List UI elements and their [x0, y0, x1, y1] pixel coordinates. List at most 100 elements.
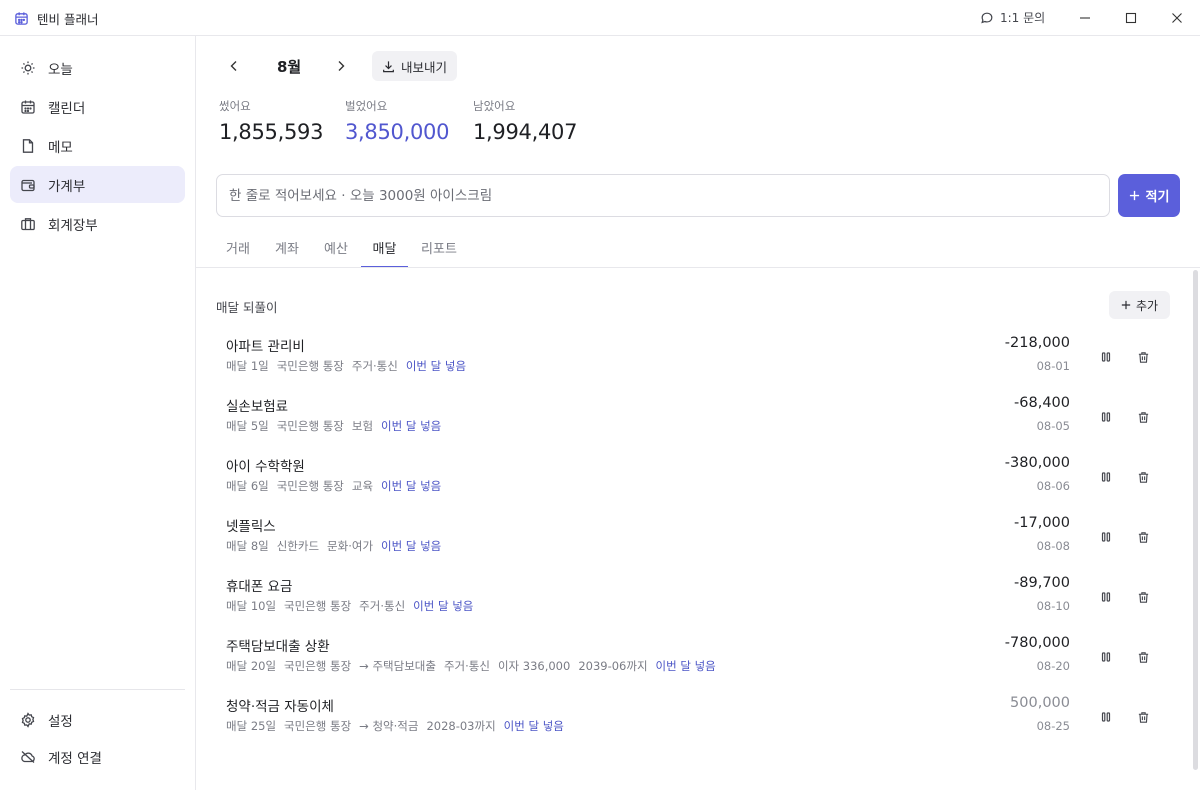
export-label: 내보내기: [400, 59, 447, 75]
scrollbar[interactable]: [1193, 270, 1198, 770]
sidebar-item-calendar[interactable]: 캘린더: [10, 88, 185, 125]
item-name: 주택담보대출 상환: [226, 639, 330, 655]
stat-left: 남았어요 1,994,407: [473, 98, 577, 144]
delete-button[interactable]: [1131, 405, 1155, 429]
item-status: 이번 달 넣음: [413, 599, 474, 613]
item-amount: -89,700: [1014, 575, 1070, 591]
write-label: 적기: [1145, 190, 1170, 205]
app-title: 텐비 플래너: [14, 9, 98, 28]
item-status: 이번 달 넣음: [503, 719, 564, 733]
tab-accounts[interactable]: 계좌: [265, 232, 309, 268]
delete-button[interactable]: [1131, 705, 1155, 729]
app-title-text: 텐비 플래너: [37, 12, 99, 27]
item-date: 08-20: [1036, 659, 1070, 673]
add-recurring-button[interactable]: 추가: [1109, 291, 1170, 319]
item-meta: 매달 5일 국민은행 통장 보험 이번 달 넣음: [226, 418, 441, 434]
delete-button[interactable]: [1131, 525, 1155, 549]
list-item[interactable]: 실손보험료 매달 5일 국민은행 통장 보험 이번 달 넣음 -68,400 08-05: [226, 395, 1170, 445]
add-label: 추가: [1135, 298, 1159, 313]
calendar-app-icon: [14, 11, 29, 26]
quick-entry-input[interactable]: [216, 174, 1110, 217]
pause-icon: [1100, 651, 1112, 663]
prev-month-button[interactable]: [224, 56, 244, 76]
section-title: 매달 되풀이: [216, 300, 278, 315]
sidebar-item-label: 오늘: [48, 61, 73, 78]
sidebar-item-budget[interactable]: 가계부: [10, 166, 185, 203]
contact-button[interactable]: 1:1 문의: [980, 9, 1045, 26]
sidebar-item-settings[interactable]: 설정: [10, 701, 185, 738]
list-item[interactable]: 넷플릭스 매달 8일 신한카드 문화·여가 이번 달 넣음 -17,000 08-08: [226, 515, 1170, 565]
sidebar-item-label: 캘린더: [48, 100, 86, 117]
tab-report[interactable]: 리포트: [416, 232, 462, 268]
next-month-button[interactable]: [331, 56, 351, 76]
item-category: 문화·여가: [327, 539, 374, 553]
maximize-button[interactable]: [1119, 6, 1143, 30]
stat-left-label: 남았어요: [473, 99, 516, 113]
pause-button[interactable]: [1094, 465, 1118, 489]
delete-button[interactable]: [1131, 645, 1155, 669]
pause-button[interactable]: [1094, 405, 1118, 429]
item-status: 이번 달 넣음: [655, 659, 716, 673]
sidebar: 오늘 캘린더 메모 가계부 회계장부 설정 계정 연결: [0, 36, 196, 790]
list-item[interactable]: 주택담보대출 상환 매달 20일 국민은행 통장 → 주택담보대출 주거·통신 이자 33…: [226, 635, 1170, 685]
stat-earned: 벌었어요 3,850,000: [345, 98, 449, 144]
list-item[interactable]: 휴대폰 요금 매달 10일 국민은행 통장 주거·통신 이번 달 넣음 -89,700 08…: [226, 575, 1170, 625]
pause-icon: [1100, 411, 1112, 423]
file-icon: [20, 138, 36, 154]
list-item[interactable]: 아파트 관리비 매달 1일 국민은행 통장 주거·통신 이번 달 넣음 -218,000 0…: [226, 335, 1170, 385]
item-date: 08-06: [1036, 479, 1070, 493]
item-status: 이번 달 넣음: [405, 359, 467, 373]
pause-icon: [1100, 711, 1112, 723]
stat-earned-value: 3,850,000: [345, 120, 450, 144]
delete-button[interactable]: [1131, 345, 1155, 369]
tab-transactions[interactable]: 거래: [216, 232, 260, 268]
stat-earned-label: 벌었어요: [345, 99, 388, 113]
delete-button[interactable]: [1131, 465, 1155, 489]
list-item[interactable]: 아이 수학학원 매달 6일 국민은행 통장 교육 이번 달 넣음 -380,000 08-0…: [226, 455, 1170, 505]
export-button[interactable]: 내보내기: [372, 51, 457, 81]
item-category: 주거·통신: [359, 599, 406, 613]
pause-button[interactable]: [1094, 585, 1118, 609]
item-meta: 매달 8일 신한카드 문화·여가 이번 달 넣음: [226, 538, 441, 554]
item-category: 교육: [351, 479, 374, 493]
item-account: 국민은행 통장: [284, 659, 352, 673]
tab-monthly[interactable]: 매달: [361, 232, 408, 268]
trash-icon: [1137, 471, 1150, 484]
minimize-button[interactable]: [1073, 6, 1097, 30]
close-icon: [1171, 12, 1183, 24]
sidebar-item-today[interactable]: 오늘: [10, 49, 185, 86]
current-month: 8월: [277, 58, 302, 76]
delete-button[interactable]: [1131, 585, 1155, 609]
download-icon: [382, 60, 395, 73]
pause-button[interactable]: [1094, 645, 1118, 669]
tab-budget[interactable]: 예산: [314, 232, 358, 268]
close-button[interactable]: [1165, 6, 1189, 30]
trash-icon: [1137, 651, 1150, 664]
tabs-divider: [196, 267, 1200, 268]
item-day: 매달 20일: [226, 659, 277, 673]
list-item[interactable]: 청약·적금 자동이체 매달 25일 국민은행 통장 → 청약·적금 2028-03까지 이…: [226, 695, 1170, 745]
item-amount: 500,000: [1010, 695, 1070, 711]
sidebar-item-account-link[interactable]: 계정 연결: [10, 738, 185, 775]
sidebar-item-memo[interactable]: 메모: [10, 127, 185, 164]
write-button[interactable]: 적기: [1118, 174, 1180, 217]
trash-icon: [1137, 531, 1150, 544]
pause-icon: [1100, 591, 1112, 603]
item-account: 국민은행 통장: [284, 719, 352, 733]
item-day: 매달 5일: [226, 419, 269, 433]
sidebar-divider: [10, 689, 185, 690]
item-date: 08-05: [1036, 419, 1070, 433]
item-day: 매달 6일: [226, 479, 269, 493]
trash-icon: [1137, 411, 1150, 424]
maximize-icon: [1125, 12, 1137, 24]
item-day: 매달 1일: [226, 359, 269, 373]
minimize-icon: [1079, 12, 1091, 24]
pause-button[interactable]: [1094, 525, 1118, 549]
pause-button[interactable]: [1094, 345, 1118, 369]
sidebar-item-label: 회계장부: [48, 217, 98, 234]
pause-button[interactable]: [1094, 705, 1118, 729]
item-amount: -380,000: [1004, 455, 1070, 471]
item-note: 이자 336,000: [497, 659, 571, 673]
chevron-left-icon: [229, 60, 239, 72]
sidebar-item-ledger[interactable]: 회계장부: [10, 205, 185, 242]
